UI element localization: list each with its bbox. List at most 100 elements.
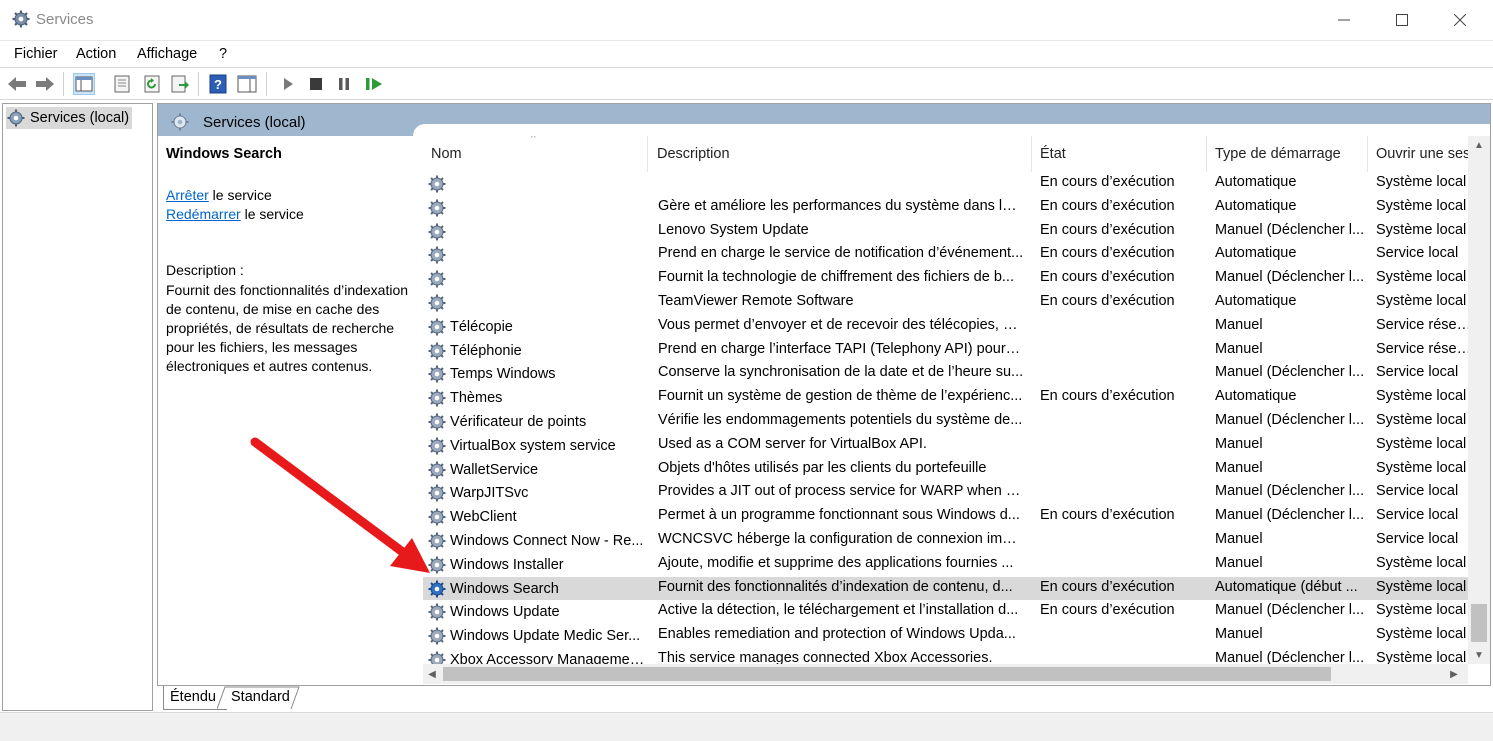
start-service-button[interactable] [277,73,299,95]
service-logon-cell: Service réseau [1376,316,1472,333]
scroll-right-arrow-icon[interactable]: ▶ [1445,664,1463,684]
service-state-cell: En cours d’exécution [1040,245,1175,262]
help-button[interactable]: ? [207,73,229,95]
table-row[interactable]: Windows Update Active la détection, le t… [423,600,1472,624]
service-description-cell: This service manages connected Xbox Acce… [658,650,993,664]
table-row[interactable]: En cours d’exécution Automatique Système… [423,172,1472,196]
menu-affichage[interactable]: Affichage [137,46,197,62]
service-name: VirtualBox system service [450,437,616,454]
vertical-scrollbar[interactable]: ▲ ▼ [1468,136,1490,664]
service-startup-type-cell: Manuel [1215,626,1263,643]
table-row[interactable]: VirtualBox system service Used as a COM … [423,434,1472,458]
service-state-cell: En cours d’exécution [1040,269,1175,286]
service-state-cell: En cours d’exécution [1040,197,1175,214]
restart-service-link[interactable]: Redémarrer [166,206,241,222]
horizontal-scrollbar[interactable]: ◀ ▶ [423,664,1468,684]
back-button[interactable] [6,73,28,95]
service-logon-cell: Système local [1376,174,1467,190]
service-description-cell: Fournit un système de gestion de thème d… [658,388,1023,405]
pause-service-button[interactable] [333,73,355,95]
stop-service-link[interactable]: Arrêter [166,187,209,203]
table-row[interactable]: WalletService Objets d'hôtes utilisés pa… [423,458,1472,482]
maximize-icon [1396,14,1408,26]
service-description-cell: Prend en charge l’interface TAPI (Teleph… [658,340,1024,357]
service-gear-icon [428,484,446,502]
toolbar-separator [266,72,267,96]
menu-fichier[interactable]: Fichier [14,46,58,62]
services-gear-icon [7,109,25,127]
service-description-cell: Prend en charge le service de notificati… [658,245,1024,262]
scroll-down-arrow-icon[interactable]: ▼ [1468,646,1490,664]
table-row[interactable]: WarpJITSvc Provides a JIT out of process… [423,481,1472,505]
forward-button[interactable] [34,73,56,95]
service-logon-cell: Système local [1376,650,1467,664]
action-pane-button[interactable] [236,73,258,95]
service-gear-icon [428,318,446,336]
description-text: Fournit des fonctionnalités d’indexation… [166,282,409,374]
service-state-cell: En cours d’exécution [1040,507,1175,524]
scroll-up-arrow-icon[interactable]: ▲ [1468,136,1490,154]
service-logon-cell: Système local [1376,388,1467,405]
service-startup-type-cell: Manuel (Déclencher l... [1215,602,1365,619]
table-row[interactable]: WebClient Permet à un programme fonction… [423,505,1472,529]
service-logon-cell: Système local [1376,626,1467,643]
service-name-cell: Windows Connect Now - Re... [427,531,649,551]
table-row[interactable]: Prend en charge le service de notificati… [423,243,1472,267]
tree-item-services-local[interactable]: Services (local) [6,107,132,129]
service-name-cell: Téléphonie [427,341,649,361]
table-row[interactable]: Temps Windows Conserve la synchronisatio… [423,362,1472,386]
properties-button[interactable] [111,73,133,95]
table-row[interactable]: Windows Update Medic Ser... Enables reme… [423,624,1472,648]
table-row[interactable]: Xbox Accessory Managemen... This service… [423,648,1472,664]
service-name-cell [427,293,649,313]
column-header-etat[interactable]: État [1032,136,1207,172]
service-description-cell: Used as a COM server for VirtualBox API. [658,435,927,452]
refresh-button[interactable] [141,73,163,95]
table-row[interactable]: Windows Search Fournit des fonctionnalit… [423,576,1472,601]
services-panel: Services (local) Windows Search Arrêter … [157,103,1491,686]
table-row[interactable]: Lenovo System Update En cours d’exécutio… [423,220,1472,244]
stop-service-button[interactable] [305,73,327,95]
action-pane-icon [237,75,257,93]
close-button[interactable] [1432,0,1488,40]
table-row[interactable]: Téléphonie Prend en charge l’interface T… [423,339,1472,363]
column-header-nom[interactable]: ^ Nom [423,136,648,172]
service-description-cell: Active la détection, le téléchargement e… [658,602,1019,619]
column-header-description[interactable]: Description [649,136,1032,172]
table-row[interactable]: Windows Installer Ajoute, modifie et sup… [423,553,1472,577]
service-startup-type-cell: Manuel (Déclencher l... [1215,412,1365,428]
service-name-cell [427,222,649,242]
table-row[interactable]: Télécopie Vous permet d’envoyer et de re… [423,315,1472,339]
restart-service-button[interactable] [363,73,385,95]
table-row[interactable]: Fournit la technologie de chiffrement de… [423,267,1472,291]
menu-help[interactable]: ? [219,46,227,62]
maximize-button[interactable] [1374,0,1430,40]
console-tree-icon [75,76,93,92]
export-list-button[interactable] [169,73,191,95]
service-name: Windows Installer [450,556,564,573]
service-description-cell: Objets d'hôtes utilisés par les clients … [658,459,987,476]
service-gear-icon [428,270,446,288]
tab-standard[interactable]: Standard [217,686,303,710]
service-startup-type-cell: Automatique (début ... [1215,578,1358,595]
properties-icon [114,75,130,93]
scroll-left-arrow-icon[interactable]: ◀ [423,664,441,684]
column-header-type-demarrage[interactable]: Type de démarrage [1207,136,1368,172]
table-row[interactable]: Thèmes Fournit un système de gestion de … [423,386,1472,410]
column-header-ouvrir-session[interactable]: Ouvrir une ses [1368,136,1472,172]
table-row[interactable]: Gère et améliore les performances du sys… [423,196,1472,220]
show-hide-console-tree-button[interactable] [73,73,95,95]
service-startup-type-cell: Automatique [1215,197,1297,214]
menu-action[interactable]: Action [76,46,116,62]
service-description-cell: Vérifie les endommagements potentiels du… [658,412,1023,428]
selected-service-title: Windows Search [166,146,282,162]
service-description-cell: TeamViewer Remote Software [658,293,854,309]
table-row[interactable]: Vérificateur de points Vérifie les endom… [423,410,1472,434]
vertical-scroll-thumb[interactable] [1471,604,1487,642]
minimize-button[interactable] [1316,0,1372,40]
service-gear-icon [428,651,446,664]
table-row[interactable]: TeamViewer Remote Software En cours d’ex… [423,291,1472,315]
table-row[interactable]: Windows Connect Now - Re... WCNCSVC hébe… [423,529,1472,553]
horizontal-scroll-thumb[interactable] [443,667,1331,681]
search-services-icon [171,113,189,131]
